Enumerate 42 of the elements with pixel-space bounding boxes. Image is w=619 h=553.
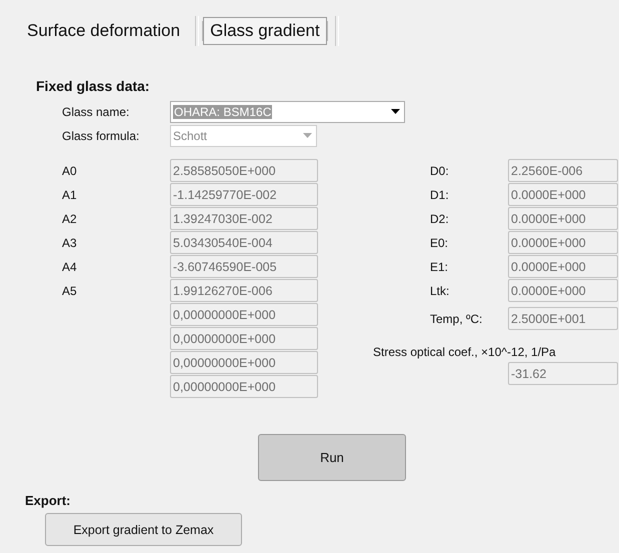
stress-coefficient-field[interactable]: -31.62 bbox=[508, 362, 618, 385]
run-button[interactable]: Run bbox=[258, 434, 406, 481]
coefficient-label: A2 bbox=[62, 212, 77, 226]
parameter-label: D2: bbox=[430, 212, 450, 226]
temperature-label: Temp, ºC: bbox=[430, 312, 484, 326]
coefficient-field[interactable]: 5.03430540E-004 bbox=[170, 231, 318, 254]
tab[interactable]: Surface deformation bbox=[20, 17, 188, 45]
coefficient-field[interactable]: 1.39247030E-002 bbox=[170, 207, 318, 230]
parameter-field[interactable]: 0.0000E+000 bbox=[508, 255, 618, 278]
parameter-label: E1: bbox=[430, 260, 450, 274]
field-label: Glass name: bbox=[62, 104, 130, 118]
section-title: Export: bbox=[25, 493, 72, 508]
coefficient-field[interactable]: 0,00000000E+000 bbox=[170, 351, 318, 374]
coefficient-field[interactable]: -1.14259770E-002 bbox=[170, 183, 318, 206]
parameter-label: Ltk: bbox=[430, 284, 450, 298]
coefficient-label: A3 bbox=[62, 236, 77, 250]
parameter-label: D1: bbox=[430, 188, 450, 202]
coefficient-field[interactable]: 0,00000000E+000 bbox=[170, 303, 318, 326]
coefficient-label: A4 bbox=[62, 260, 77, 274]
coefficient-label: A0 bbox=[62, 164, 77, 178]
temperature-field[interactable]: 2.5000E+001 bbox=[508, 307, 618, 330]
parameter-field[interactable]: 0.0000E+000 bbox=[508, 207, 618, 230]
stress-coefficient-label: Stress optical coef., ×10^-12, 1/Pa bbox=[373, 345, 557, 359]
glass-name-dropdown[interactable]: OHARA: BSM16C bbox=[170, 100, 405, 122]
parameter-label: E0: bbox=[430, 236, 450, 250]
parameter-field[interactable]: 0.0000E+000 bbox=[508, 183, 618, 206]
parameter-field[interactable]: 0.0000E+000 bbox=[508, 231, 618, 254]
coefficient-field[interactable]: 2.58585050E+000 bbox=[170, 159, 318, 182]
field-label: Glass formula: bbox=[62, 128, 140, 142]
tab[interactable]: Glass gradient bbox=[203, 17, 327, 45]
parameter-label: D0: bbox=[430, 164, 450, 178]
coefficient-field[interactable]: -3.60746590E-005 bbox=[170, 255, 318, 278]
coefficient-field[interactable]: 1.99126270E-006 bbox=[170, 279, 318, 302]
parameter-field[interactable]: 2.2560E-006 bbox=[508, 159, 618, 182]
parameter-field[interactable]: 0.0000E+000 bbox=[508, 279, 618, 302]
coefficient-label: A1 bbox=[62, 188, 77, 202]
coefficient-label: A5 bbox=[62, 284, 77, 298]
export-button[interactable]: Export gradient to Zemax bbox=[45, 513, 242, 546]
coefficient-field[interactable]: 0,00000000E+000 bbox=[170, 375, 318, 398]
dropdown-caret-icon[interactable] bbox=[391, 109, 400, 114]
coefficient-field[interactable]: 0,00000000E+000 bbox=[170, 327, 318, 350]
section-title: Fixed glass data: bbox=[36, 78, 151, 94]
